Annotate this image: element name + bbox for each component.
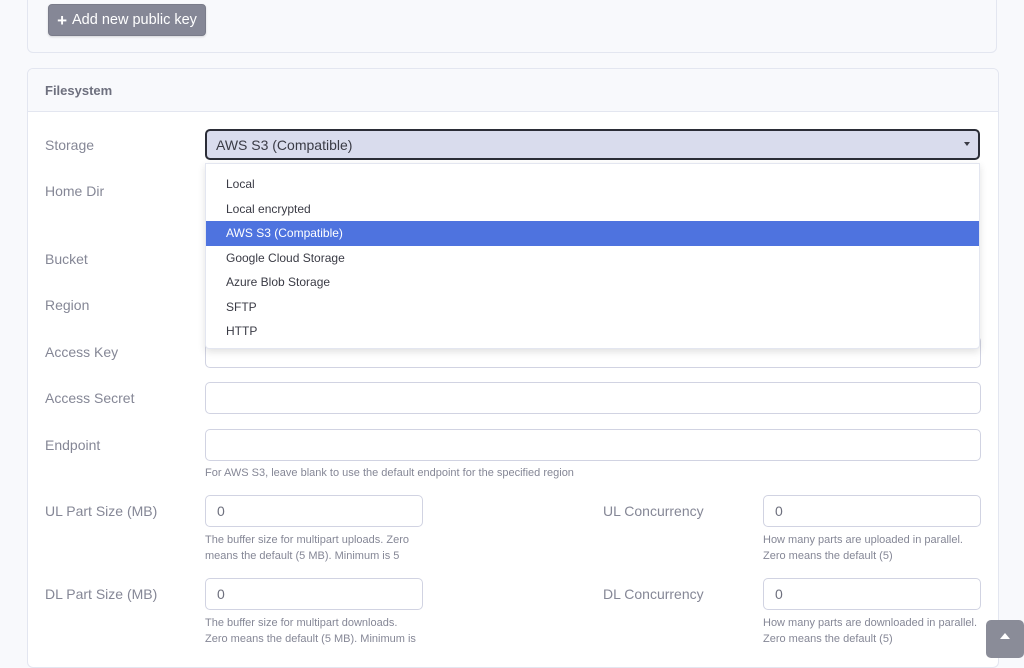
plus-icon: +	[57, 10, 67, 30]
add-public-key-button[interactable]: + Add new public key	[48, 4, 206, 36]
dl-concurrency-input[interactable]: 0	[763, 578, 981, 610]
storage-option-sftp[interactable]: SFTP	[206, 295, 979, 320]
storage-option-azure-blob[interactable]: Azure Blob Storage	[206, 270, 979, 295]
dl-part-size-label: DL Part Size (MB)	[45, 586, 158, 602]
caret-down-icon	[964, 142, 970, 146]
ul-part-size-help: The buffer size for multipart uploads. Z…	[205, 534, 410, 562]
scroll-to-top-button[interactable]	[986, 620, 1024, 658]
endpoint-input[interactable]	[205, 429, 981, 461]
filesystem-title: Filesystem	[28, 69, 998, 112]
endpoint-label: Endpoint	[45, 437, 101, 453]
storage-select[interactable]: AWS S3 (Compatible)	[205, 129, 980, 160]
dl-concurrency-label: DL Concurrency	[603, 586, 704, 602]
storage-selected-value: AWS S3 (Compatible)	[216, 136, 353, 153]
access-secret-label: Access Secret	[45, 390, 135, 406]
dl-part-size-help: The buffer size for multipart downloads.…	[205, 617, 416, 645]
storage-label: Storage	[45, 137, 95, 153]
access-secret-input[interactable]	[205, 382, 981, 414]
endpoint-help: For AWS S3, leave blank to use the defau…	[205, 467, 574, 479]
storage-option-local[interactable]: Local	[206, 172, 979, 197]
ul-part-size-input[interactable]: 0	[205, 495, 423, 527]
storage-dropdown: Local Local encrypted AWS S3 (Compatible…	[205, 163, 980, 349]
chevron-up-icon	[1000, 633, 1010, 639]
dl-part-size-input[interactable]: 0	[205, 578, 423, 610]
access-key-label: Access Key	[45, 344, 119, 360]
ul-concurrency-input[interactable]: 0	[763, 495, 981, 527]
storage-option-http[interactable]: HTTP	[206, 319, 979, 344]
storage-option-gcs[interactable]: Google Cloud Storage	[206, 246, 979, 271]
add-public-key-label: Add new public key	[72, 12, 197, 28]
home-dir-label: Home Dir	[45, 183, 105, 199]
region-label: Region	[45, 297, 90, 313]
storage-option-aws-s3[interactable]: AWS S3 (Compatible)	[206, 221, 979, 246]
ul-concurrency-help: How many parts are uploaded in parallel.…	[763, 534, 963, 562]
ul-concurrency-label: UL Concurrency	[603, 503, 704, 519]
bucket-label: Bucket	[45, 251, 88, 267]
dl-concurrency-help: How many parts are downloaded in paralle…	[763, 617, 978, 645]
ul-part-size-label: UL Part Size (MB)	[45, 503, 158, 519]
storage-option-local-encrypted[interactable]: Local encrypted	[206, 197, 979, 222]
